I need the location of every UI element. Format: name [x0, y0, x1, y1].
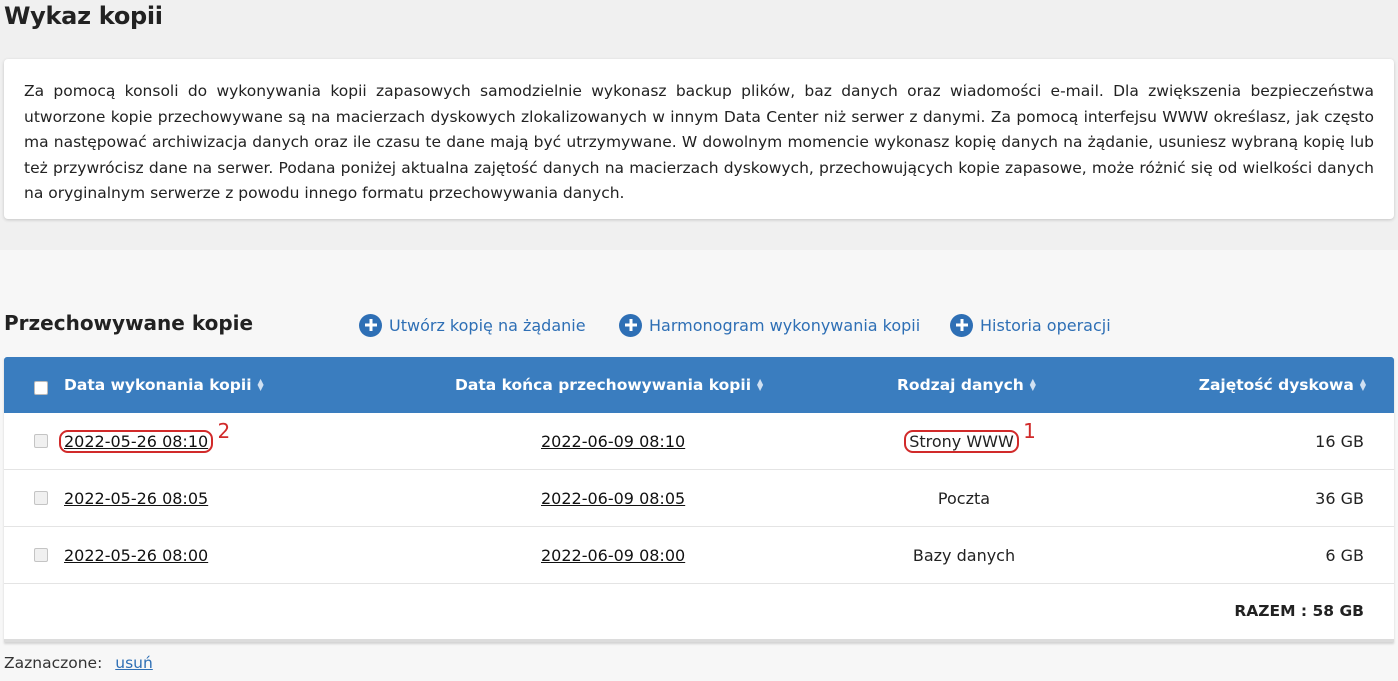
size-cell: 36 GB: [1315, 489, 1364, 508]
sort-icon: ▲ ▼: [257, 377, 264, 392]
plus-circle-icon: [359, 313, 382, 337]
row-checkbox[interactable]: [34, 434, 48, 448]
annotation-mark: Strony WWW 1: [904, 419, 1036, 453]
end-date-link[interactable]: 2022-06-09 08:10: [541, 432, 685, 451]
total-usage: RAZEM : 58 GB: [1234, 602, 1364, 620]
type-cell: Poczta: [937, 489, 991, 508]
sort-icon: ▲ ▼: [757, 377, 764, 392]
size-cell: 6 GB: [1325, 546, 1364, 565]
history-link[interactable]: Historia operacji: [950, 313, 1111, 337]
size-cell: 16 GB: [1315, 432, 1364, 451]
schedule-label: Harmonogram wykonywania kopii: [649, 315, 921, 335]
row-checkbox[interactable]: [34, 548, 48, 562]
history-label: Historia operacji: [980, 315, 1111, 335]
sort-by-size[interactable]: Zajętość dyskowa ▲ ▼: [1199, 357, 1366, 413]
date-cell: 2022-05-26 08:05: [64, 470, 208, 527]
annotation-mark: 2022-05-26 08:10 2: [59, 419, 230, 453]
create-backup-label: Utwórz kopię na żądanie: [389, 315, 586, 335]
info-box: Za pomocą konsoli do wykonywania kopii z…: [4, 59, 1394, 219]
type-cell: Strony WWW 1: [810, 413, 1118, 470]
date-cell: 2022-05-26 08:00: [64, 527, 208, 584]
data-type: Strony WWW: [909, 432, 1014, 451]
selected-actions: Zaznaczone: usuń: [4, 654, 153, 672]
end-date-link[interactable]: 2022-06-09 08:05: [541, 489, 685, 508]
end-date-cell: 2022-06-09 08:00: [541, 527, 685, 584]
table-row: 2022-05-26 08:10 2 2022-06-09 08:10 Stro…: [4, 413, 1394, 470]
schedule-link[interactable]: Harmonogram wykonywania kopii: [619, 313, 920, 337]
section-title: Przechowywane kopie: [4, 311, 254, 335]
type-cell: Bazy danych: [912, 546, 1016, 565]
sort-icon: ▲ ▼: [1359, 377, 1366, 392]
create-backup-link[interactable]: Utwórz kopię na żądanie: [359, 313, 586, 337]
header-end-label: Data końca przechowywania kopii: [455, 376, 752, 394]
table-row: 2022-05-26 08:05 2022-06-09 08:05 Poczta…: [4, 470, 1394, 527]
intro-text: Za pomocą konsoli do wykonywania kopii z…: [24, 82, 1374, 202]
sort-by-end-date[interactable]: Data końca przechowywania kopii ▲ ▼: [455, 357, 763, 413]
select-all-checkbox[interactable]: [34, 381, 48, 395]
row-checkbox[interactable]: [34, 491, 48, 505]
table-row: 2022-05-26 08:00 2022-06-09 08:00 Bazy d…: [4, 527, 1394, 584]
sort-icon: ▲ ▼: [1029, 377, 1036, 392]
backup-date-link[interactable]: 2022-05-26 08:10: [64, 432, 208, 451]
header-date-label: Data wykonania kopii: [64, 376, 252, 394]
backups-table: Data wykonania kopii ▲ ▼ Data końca przec…: [4, 357, 1394, 642]
end-date-cell: 2022-06-09 08:05: [541, 470, 685, 527]
sort-by-type[interactable]: Rodzaj danych ▲ ▼: [897, 357, 1036, 413]
annotation-number: 1: [1023, 419, 1036, 443]
selected-label: Zaznaczone:: [4, 654, 103, 672]
annotation-number: 2: [217, 419, 231, 443]
sort-by-date[interactable]: Data wykonania kopii ▲ ▼: [64, 357, 264, 413]
table-header: Data wykonania kopii ▲ ▼ Data końca przec…: [4, 357, 1394, 413]
end-date-cell: 2022-06-09 08:10: [541, 413, 685, 470]
header-type-label: Rodzaj danych: [897, 376, 1024, 394]
backup-date-link[interactable]: 2022-05-26 08:05: [64, 489, 208, 508]
end-date-link[interactable]: 2022-06-09 08:00: [541, 546, 685, 565]
date-cell: 2022-05-26 08:10 2: [59, 413, 230, 470]
plus-circle-icon: [619, 313, 642, 337]
delete-selected-link[interactable]: usuń: [115, 654, 153, 672]
plus-circle-icon: [950, 313, 973, 337]
backup-date-link[interactable]: 2022-05-26 08:00: [64, 546, 208, 565]
page-title: Wykaz kopii: [4, 2, 163, 30]
header-size-label: Zajętość dyskowa: [1198, 376, 1354, 394]
